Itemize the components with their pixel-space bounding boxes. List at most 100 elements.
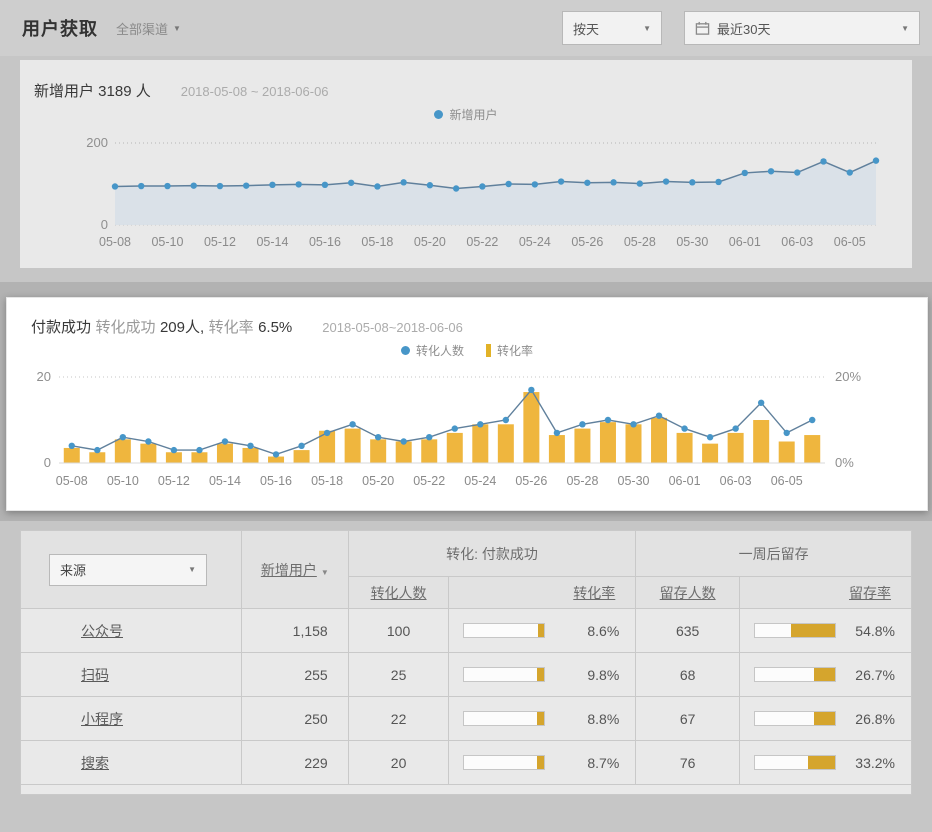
progress-bar-track — [463, 711, 545, 726]
svg-text:05-08: 05-08 — [56, 474, 88, 488]
svg-text:05-08: 05-08 — [99, 235, 131, 249]
progress-bar-track — [754, 755, 836, 770]
percent-label: 26.8% — [855, 711, 895, 727]
column-header-ret-rate[interactable]: 留存率 — [740, 577, 912, 609]
column-group-conversion: 转化: 付款成功 — [348, 531, 636, 577]
ret-count-cell: 68 — [636, 653, 740, 697]
new-users-legend[interactable]: 新增用户 — [20, 101, 912, 127]
conv-count-cell: 20 — [348, 741, 449, 785]
source-cell: 公众号 — [21, 609, 242, 653]
svg-text:06-05: 06-05 — [834, 235, 866, 249]
conversion-combo-chart[interactable]: 20020%0%05-0805-1005-1205-1405-1605-1805… — [7, 363, 912, 497]
svg-text:05-22: 05-22 — [413, 474, 445, 488]
conv-rate-cell: 8.7% — [449, 741, 636, 785]
chevron-down-icon: ▼ — [173, 24, 181, 33]
progress-bar-fill — [791, 624, 835, 637]
topbar: 用户获取 全部渠道 ▼ 按天 ▼ 最近30天 ▼ — [0, 0, 932, 56]
percent-label: 8.6% — [587, 623, 619, 639]
progress-bar-track — [463, 667, 545, 682]
svg-text:05-10: 05-10 — [107, 474, 139, 488]
ret-rate-cell: 54.8% — [740, 609, 912, 653]
svg-text:06-01: 06-01 — [729, 235, 761, 249]
source-link[interactable]: 小程序 — [81, 711, 123, 727]
percent-label: 54.8% — [855, 623, 895, 639]
page-title: 用户获取 — [22, 15, 98, 41]
svg-text:05-26: 05-26 — [571, 235, 603, 249]
conv-count-cell: 100 — [348, 609, 449, 653]
new-users-cell: 229 — [241, 741, 348, 785]
conversion-date-range: 2018-05-08~2018-06-06 — [322, 320, 463, 335]
ret-count-cell: 67 — [636, 697, 740, 741]
channel-filter-label: 全部渠道 — [116, 19, 168, 38]
source-link[interactable]: 公众号 — [81, 623, 123, 639]
table-row: 公众号1,1581008.6%63554.8% — [21, 609, 912, 653]
chevron-down-icon: ▼ — [188, 565, 196, 574]
percent-label: 9.8% — [587, 667, 619, 683]
svg-text:200: 200 — [86, 135, 108, 150]
percent-label: 8.7% — [587, 755, 619, 771]
table-row: 扫码255259.8%6826.7% — [21, 653, 912, 697]
date-range-select[interactable]: 最近30天 ▼ — [684, 11, 920, 45]
date-range-value: 最近30天 — [717, 19, 770, 38]
legend-dot-icon — [401, 346, 410, 355]
source-link[interactable]: 搜索 — [81, 755, 109, 771]
source-filter-select[interactable]: 来源 ▼ — [49, 554, 207, 586]
source-cell: 搜索 — [21, 741, 242, 785]
progress-bar-fill — [814, 668, 835, 681]
legend-dot-icon — [434, 110, 443, 119]
svg-text:20%: 20% — [835, 369, 861, 384]
svg-text:05-16: 05-16 — [309, 235, 341, 249]
column-header-conv-count[interactable]: 转化人数 — [348, 577, 449, 609]
conv-rate-cell: 8.8% — [449, 697, 636, 741]
progress-bar-fill — [538, 624, 545, 637]
progress-bar-track — [754, 667, 836, 682]
ret-rate-cell: 33.2% — [740, 741, 912, 785]
svg-text:05-28: 05-28 — [624, 235, 656, 249]
column-header-new-users[interactable]: 新增用户▼ — [241, 531, 348, 609]
svg-text:05-10: 05-10 — [151, 235, 183, 249]
conversion-legend[interactable]: 转化人数 转化率 — [7, 337, 927, 363]
progress-bar-track — [754, 711, 836, 726]
legend-rate-label: 转化率 — [497, 342, 533, 359]
svg-text:05-30: 05-30 — [618, 474, 650, 488]
svg-text:05-12: 05-12 — [158, 474, 190, 488]
svg-text:05-16: 05-16 — [260, 474, 292, 488]
legend-bar-icon — [486, 344, 491, 357]
channel-filter-dropdown[interactable]: 全部渠道 ▼ — [116, 19, 181, 38]
conversion-title-main: 付款成功 — [31, 316, 91, 337]
granularity-select[interactable]: 按天 ▼ — [562, 11, 662, 45]
progress-bar-fill — [537, 712, 544, 725]
column-group-retention: 一周后留存 — [636, 531, 912, 577]
conversion-title-sub: 转化成功 — [95, 316, 155, 337]
percent-label: 33.2% — [855, 755, 895, 771]
table-row: 小程序250228.8%6726.8% — [21, 697, 912, 741]
ret-rate-cell: 26.7% — [740, 653, 912, 697]
ret-count-cell: 76 — [636, 741, 740, 785]
svg-text:0: 0 — [44, 455, 51, 470]
new-users-line-chart[interactable]: 200005-0805-1005-1205-1405-1605-1805-200… — [20, 127, 912, 257]
new-users-card: 新增用户 3189 人 2018-05-08 ~ 2018-06-06 新增用户… — [20, 60, 912, 268]
chevron-down-icon: ▼ — [901, 24, 909, 33]
ret-rate-cell: 26.8% — [740, 697, 912, 741]
table-row — [21, 785, 912, 795]
table-row: 搜索 22920 8.7% 76 33.2% — [21, 741, 912, 785]
svg-text:0%: 0% — [835, 455, 854, 470]
column-header-ret-count[interactable]: 留存人数 — [636, 577, 740, 609]
progress-bar-fill — [537, 756, 544, 769]
conv-count-cell: 25 — [348, 653, 449, 697]
progress-bar-track — [463, 623, 545, 638]
svg-text:05-26: 05-26 — [515, 474, 547, 488]
progress-bar-fill — [808, 756, 835, 769]
column-header-conv-rate[interactable]: 转化率 — [449, 577, 636, 609]
svg-text:06-05: 06-05 — [771, 474, 803, 488]
svg-text:05-24: 05-24 — [464, 474, 496, 488]
svg-text:06-03: 06-03 — [781, 235, 813, 249]
source-cell: 小程序 — [21, 697, 242, 741]
svg-text:0: 0 — [101, 217, 108, 232]
granularity-value: 按天 — [573, 19, 599, 38]
source-link[interactable]: 扫码 — [81, 667, 109, 683]
legend-count-label: 转化人数 — [416, 342, 464, 359]
svg-text:05-28: 05-28 — [566, 474, 598, 488]
svg-text:06-03: 06-03 — [720, 474, 752, 488]
chevron-down-icon: ▼ — [643, 24, 651, 33]
